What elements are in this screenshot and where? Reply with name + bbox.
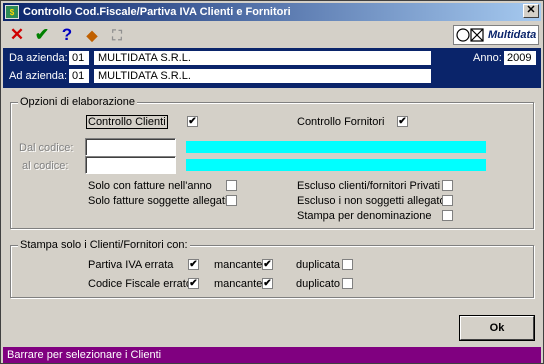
partita-iva-mancante-label: mancante — [214, 259, 263, 271]
solo-fatture-allegati-label: Solo fatture soggette allegati — [88, 195, 228, 207]
stampa-denominazione-checkbox[interactable] — [442, 210, 453, 221]
help-icon[interactable]: ? — [56, 24, 78, 46]
toolbar: ✕ ✔ ? ◆ ⛶ Multidata — [3, 23, 541, 47]
partita-iva-duplicata-checkbox[interactable] — [342, 259, 353, 270]
controllo-clienti-label: Controllo Clienti — [86, 115, 168, 129]
tool-icon[interactable]: ◆ — [81, 24, 103, 46]
codice-fiscale-mancante-checkbox[interactable]: ✔ — [262, 278, 273, 289]
solo-fatture-anno-label: Solo con fatture nell'anno — [88, 180, 212, 192]
controllo-fornitori-label: Controllo Fornitori — [297, 116, 385, 128]
codice-fiscale-errato-label: Codice Fiscale errato — [88, 278, 192, 290]
escluso-privati-checkbox[interactable] — [442, 180, 453, 191]
binoculars-icon: ⛶ — [112, 26, 122, 43]
cancel-icon[interactable]: ✕ — [6, 24, 28, 46]
print-only-legend: Stampa solo i Clienti/Fornitori con: — [18, 239, 190, 251]
solo-fatture-anno-checkbox[interactable] — [226, 180, 237, 191]
app-icon: $ — [5, 5, 19, 19]
partita-iva-duplicata-label: duplicata — [296, 259, 341, 271]
partita-iva-errata-checkbox[interactable]: ✔ — [188, 259, 199, 270]
partita-iva-mancante-checkbox[interactable]: ✔ — [262, 259, 273, 270]
codice-fiscale-errato-checkbox[interactable]: ✔ — [188, 278, 199, 289]
al-codice-input[interactable] — [85, 156, 176, 174]
escluso-non-soggetti-label: Escluso i non soggetti allegato — [297, 195, 446, 207]
brand-text: Multidata — [488, 29, 537, 41]
solo-fatture-allegati-checkbox[interactable] — [226, 195, 237, 206]
brand-logo: Multidata — [453, 25, 539, 45]
title-bar: $ Controllo Cod.Fiscale/Partiva IVA Clie… — [3, 3, 541, 21]
codice-fiscale-duplicato-label: duplicato — [296, 278, 341, 290]
al-codice-label: al codice: — [22, 160, 69, 172]
codice-fiscale-mancante-label: mancante — [214, 278, 263, 290]
escluso-privati-label: Escluso clienti/fornitori Privati — [297, 180, 441, 192]
partita-iva-errata-label: Partiva IVA errata — [88, 259, 174, 271]
to-company-label: Ad azienda: — [9, 70, 68, 82]
controllo-fornitori-checkbox[interactable]: ✔ — [397, 116, 408, 127]
company-header: Da azienda: 01 MULTIDATA S.R.L. Ad azien… — [3, 48, 541, 88]
controllo-clienti-checkbox[interactable]: ✔ — [187, 116, 198, 127]
options-legend: Opzioni di elaborazione — [18, 96, 137, 108]
year-field[interactable]: 2009 — [504, 51, 536, 65]
status-bar: Barrare per selezionare i Clienti — [3, 347, 541, 363]
window-title: Controllo Cod.Fiscale/Partiva IVA Client… — [23, 6, 291, 18]
main-window: $ Controllo Cod.Fiscale/Partiva IVA Clie… — [0, 0, 544, 364]
dal-codice-description — [186, 141, 486, 153]
escluso-non-soggetti-checkbox[interactable] — [442, 195, 453, 206]
dal-codice-label: Dal codice: — [19, 142, 74, 154]
codice-fiscale-duplicato-checkbox[interactable] — [342, 278, 353, 289]
al-codice-description — [186, 159, 486, 171]
to-company-name: MULTIDATA S.R.L. — [94, 69, 431, 83]
from-company-code[interactable]: 01 — [69, 51, 89, 65]
from-company-name: MULTIDATA S.R.L. — [94, 51, 431, 65]
multidata-logo-icon — [456, 28, 486, 42]
to-company-code[interactable]: 01 — [69, 69, 89, 83]
ok-button[interactable]: Ok — [460, 316, 534, 340]
close-button[interactable]: ✕ — [523, 4, 539, 18]
print-only-group — [10, 245, 534, 298]
from-company-label: Da azienda: — [9, 52, 68, 64]
dal-codice-input[interactable] — [85, 138, 176, 156]
year-label: Anno: — [473, 52, 502, 64]
stampa-denominazione-label: Stampa per denominazione — [297, 210, 432, 222]
confirm-icon[interactable]: ✔ — [31, 24, 53, 46]
